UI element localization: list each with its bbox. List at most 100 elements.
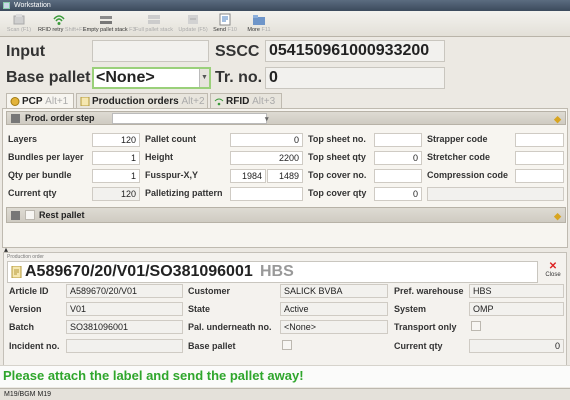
prod-order-step-input[interactable] [112,113,267,124]
prod-order-step-label: Prod. order step [25,113,95,123]
document-icon [11,266,22,278]
system-label: System [394,304,427,314]
version-label: Version [9,304,42,314]
collapse-icon[interactable]: ◆ [554,113,561,126]
chevron-down-icon[interactable]: ▾ [265,113,269,126]
more-button[interactable]: More F11 [246,12,272,36]
pcp-icon [10,97,20,106]
send-icon [219,13,231,26]
pref-warehouse-field: HBS [469,284,564,298]
height-field[interactable]: 2200 [230,151,303,165]
state-field: Active [280,302,388,316]
tr-no-field: 0 [265,67,445,89]
pref-warehouse-label: Pref. warehouse [394,286,464,296]
empty-field [427,187,564,201]
tab-pcp[interactable]: PCP Alt+1 [6,93,74,109]
compression-code-label: Compression code [427,170,509,180]
production-order-group-title: Production order [7,254,44,260]
fusspur-y-field[interactable]: 1489 [267,169,303,183]
base-pallet-po-label: Base pallet [188,341,236,351]
incident-no-field [66,339,183,353]
system-field: OMP [469,302,564,316]
window-titlebar: Workstation [0,0,570,11]
top-sheet-no-label: Top sheet no. [308,134,366,144]
incident-no-label: Incident no. [9,341,60,351]
sscc-label: SSCC [215,43,260,60]
layers-field[interactable]: 120 [92,133,140,147]
scan-icon [13,14,25,25]
input-label: Input [6,43,46,60]
update-icon [188,15,198,24]
top-sheet-qty-label: Top sheet qty [308,152,366,162]
rest-pallet-label: Rest pallet [39,210,85,220]
palletizing-pattern-field[interactable] [230,187,303,201]
window-title: Workstation [14,2,51,9]
statusbar-text: M19/BGM M19 [4,391,52,398]
pal-underneath-field: <None> [280,320,388,334]
pallet-stack-icon [100,16,112,24]
pallet-count-label: Pallet count [145,134,197,144]
base-pallet-checkbox[interactable] [282,340,292,350]
status-message: Please attach the label and send the pal… [0,365,570,387]
toolbar: Scan (F1) RFID retry Shift+F2 Empty pall… [0,11,570,37]
send-button[interactable]: Send F10 [212,12,238,36]
customer-field: SALICK BVBA [280,284,388,298]
fusspur-label: Fusspur-X,Y [145,170,199,180]
top-sheet-no-field[interactable] [374,133,422,147]
order-title-box: A589670/20/V01/SO381096001 HBS [7,261,538,283]
transport-only-label: Transport only [394,322,457,332]
base-pallet-label: Base pallet [6,69,91,86]
top-cover-no-field[interactable] [374,169,422,183]
current-qty-po-label: Current qty [394,341,443,351]
top-cover-qty-field[interactable]: 0 [374,187,422,201]
group-icon [11,211,20,220]
pal-underneath-label: Pal. underneath no. [188,322,272,332]
prod-order-step-bar: Prod. order step ▾ ◆ [6,111,566,125]
version-field: V01 [66,302,183,316]
article-id-label: Article ID [9,286,49,296]
stretcher-code-label: Stretcher code [427,152,491,162]
strapper-code-label: Strapper code [427,134,488,144]
input-field[interactable] [92,40,209,62]
batch-field: SO381096001 [66,320,183,334]
bundles-per-layer-field[interactable]: 1 [92,151,140,165]
order-title: A589670/20/V01/SO381096001 [25,263,253,280]
tab-rfid[interactable]: RFID Alt+3 [210,93,282,108]
sscc-field: 054150961000933200 [265,40,445,62]
article-id-field: A589670/20/V01 [66,284,183,298]
base-pallet-select[interactable]: <None> ▼ [92,67,211,89]
stretcher-code-field[interactable] [515,151,564,165]
tab-production-orders[interactable]: Production orders Alt+2 [76,93,208,108]
more-icon [253,15,265,25]
height-label: Height [145,152,173,162]
close-button[interactable]: ✕ Close [541,261,565,283]
full-pallet-stack-button[interactable]: Full pallet stack [134,12,174,36]
qty-per-bundle-field[interactable]: 1 [92,169,140,183]
statusbar: M19/BGM M19 [0,388,570,400]
group-icon [11,114,20,123]
top-sheet-qty-field[interactable]: 0 [374,151,422,165]
current-qty-field: 120 [92,187,140,201]
order-title-suffix: HBS [260,263,294,280]
rfid-retry-button[interactable]: RFID retry Shift+F2 [38,12,86,36]
empty-pallet-stack-button[interactable]: Empty pallet stack F3 [83,12,136,36]
customer-label: Customer [188,286,231,296]
collapse-icon[interactable]: ◆ [554,209,561,224]
fusspur-x-field[interactable]: 1984 [230,169,266,183]
chevron-down-icon[interactable]: ▼ [199,69,209,87]
rfid-icon [53,15,65,25]
transport-only-checkbox[interactable] [471,321,481,331]
update-button[interactable]: Update (F5) [178,12,208,36]
top-cover-no-label: Top cover no. [308,170,367,180]
tr-no-label: Tr. no. [215,69,263,86]
top-cover-qty-label: Top cover qty [308,188,367,198]
rest-pallet-checkbox[interactable] [25,210,35,220]
close-icon: ✕ [548,261,558,272]
pallet-count-field[interactable]: 0 [230,133,303,147]
strapper-code-field[interactable] [515,133,564,147]
scan-button[interactable]: Scan (F1) [4,12,34,36]
compression-code-field[interactable] [515,169,564,183]
layers-label: Layers [8,134,38,144]
current-qty-label: Current qty [8,188,57,198]
batch-label: Batch [9,322,35,332]
